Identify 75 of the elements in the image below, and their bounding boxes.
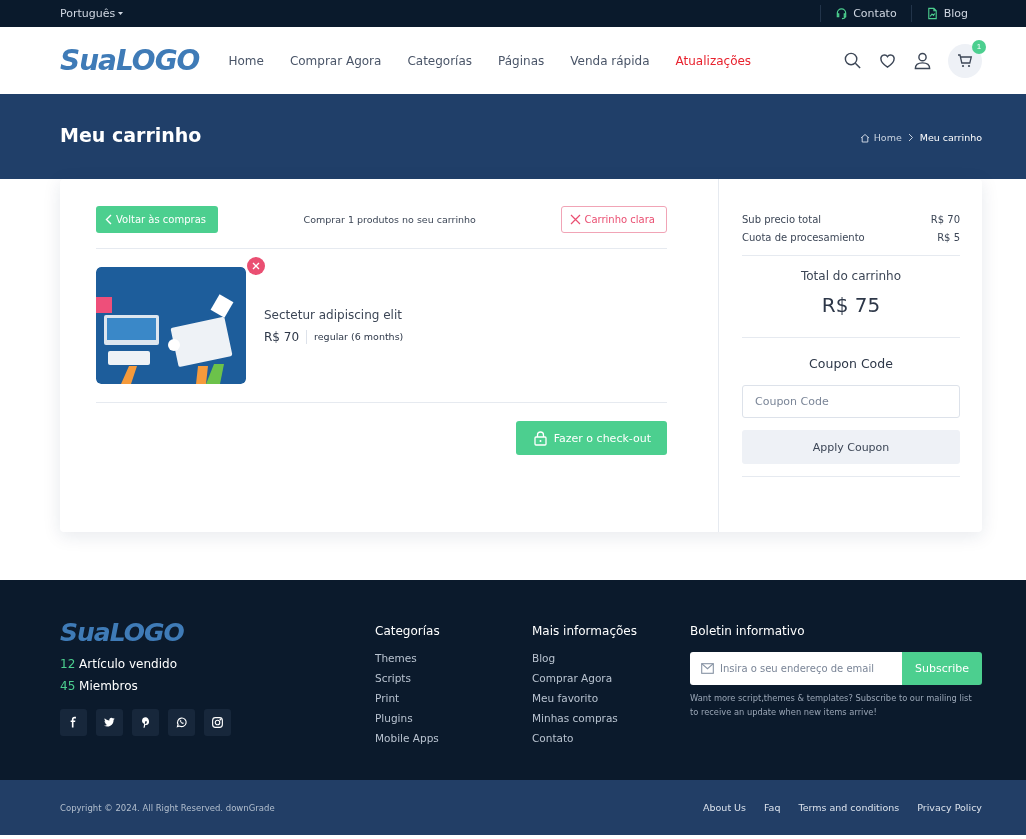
home-icon xyxy=(859,132,870,143)
close-icon xyxy=(252,262,260,270)
footer-link[interactable]: Minhas compras xyxy=(532,712,690,724)
footer-link[interactable]: Plugins xyxy=(375,712,532,724)
cart-count-badge: 1 xyxy=(972,39,986,54)
cart-summary-text: Comprar 1 produtos no seu carrinho xyxy=(303,214,476,225)
copyright-text: Copyright © 2024. All Right Reserved. downGrade xyxy=(60,802,275,813)
nav-link[interactable]: Páginas xyxy=(485,53,558,68)
license-text: regular (6 months) xyxy=(313,331,404,342)
apply-coupon-button[interactable]: Apply Coupon xyxy=(742,430,960,464)
document-icon xyxy=(925,7,939,20)
cart-total-value: R$ 75 xyxy=(820,293,882,317)
cart-total-label: Total do carrinho xyxy=(799,269,903,283)
nav-link[interactable]: Comprar Agora xyxy=(276,53,395,68)
coupon-heading: Coupon Code xyxy=(808,356,894,371)
envelope-icon xyxy=(701,663,714,674)
footer-logo[interactable]: SuaLOGO xyxy=(60,618,375,647)
footer-column-title: Mais informações xyxy=(532,624,638,638)
twitter-icon xyxy=(103,716,116,729)
bottom-link[interactable]: Faq xyxy=(764,802,781,813)
top-bar-link[interactable]: Contato xyxy=(820,5,911,22)
search-icon[interactable] xyxy=(843,51,862,70)
footer-column-title: Categorías xyxy=(375,624,441,638)
clear-cart-button[interactable]: Carrinho clara xyxy=(561,206,667,233)
nav-link[interactable]: Home xyxy=(215,53,277,68)
pinterest-icon xyxy=(139,716,152,729)
fee-value: R$ 70 xyxy=(930,214,960,225)
newsletter-note: Want more script,themes & templates? Subscribe to our mailing list to receive an update when new items arrive! xyxy=(690,692,973,719)
footer-link[interactable]: Contato xyxy=(532,732,690,744)
social-button[interactable] xyxy=(204,709,231,736)
email-field[interactable]: Insira o seu endereço de email xyxy=(690,652,902,685)
fee-label: Sub precio total xyxy=(742,214,822,225)
site-logo[interactable]: SuaLOGO xyxy=(60,44,200,77)
caret-down-icon xyxy=(118,12,124,15)
language-selector[interactable]: Português xyxy=(60,7,124,20)
product-name[interactable]: Sectetur adipiscing elit xyxy=(264,307,404,322)
chevron-right-icon xyxy=(907,133,914,142)
user-icon[interactable] xyxy=(913,51,932,70)
bottom-link[interactable]: Privacy Policy xyxy=(917,802,982,813)
footer-link[interactable]: Blog xyxy=(532,652,690,664)
social-button[interactable] xyxy=(96,709,123,736)
footer-link[interactable]: Mobile Apps xyxy=(375,732,532,744)
social-button[interactable] xyxy=(132,709,159,736)
nav-link[interactable]: Categorías xyxy=(394,53,486,68)
fee-value: R$ 5 xyxy=(937,232,960,243)
newsletter-title: Boletin informativo xyxy=(690,624,806,638)
stat-text: 12 Artículo vendido xyxy=(60,657,178,671)
footer-link[interactable]: Scripts xyxy=(375,672,532,684)
footer-link[interactable]: Meu favorito xyxy=(532,692,690,704)
footer-link[interactable]: Print xyxy=(375,692,532,704)
fee-label: Cuota de procesamiento xyxy=(742,232,865,243)
breadcrumb-current: Meu carrinho xyxy=(919,132,982,143)
remove-button[interactable] xyxy=(247,257,265,275)
footer-link[interactable]: Comprar Agora xyxy=(532,672,690,684)
bottom-link[interactable]: About Us xyxy=(703,802,747,813)
product-price: R$ 70 xyxy=(264,329,308,344)
stat-text: 45 Miembros xyxy=(60,679,139,693)
page-title: Meu carrinho xyxy=(60,124,202,146)
social-button[interactable] xyxy=(168,709,195,736)
chevron-left-icon xyxy=(105,214,112,225)
heart-icon[interactable] xyxy=(878,51,897,70)
social-button[interactable] xyxy=(60,709,87,736)
whatsapp-icon xyxy=(175,716,188,729)
instagram-icon xyxy=(211,716,224,729)
cart-icon xyxy=(957,52,973,69)
top-bar-link[interactable]: Blog xyxy=(910,5,982,22)
footer-link[interactable]: Themes xyxy=(375,652,532,664)
coupon-input[interactable]: Coupon Code xyxy=(742,385,960,418)
close-icon xyxy=(570,214,582,225)
breadcrumb-link[interactable]: Home xyxy=(873,132,902,143)
bottom-link[interactable]: Terms and conditions xyxy=(798,802,900,813)
nav-link[interactable]: Atualizações xyxy=(662,53,765,68)
lock-icon xyxy=(533,430,547,446)
headset-icon xyxy=(835,7,849,20)
nav-link[interactable]: Venda rápida xyxy=(557,53,663,68)
